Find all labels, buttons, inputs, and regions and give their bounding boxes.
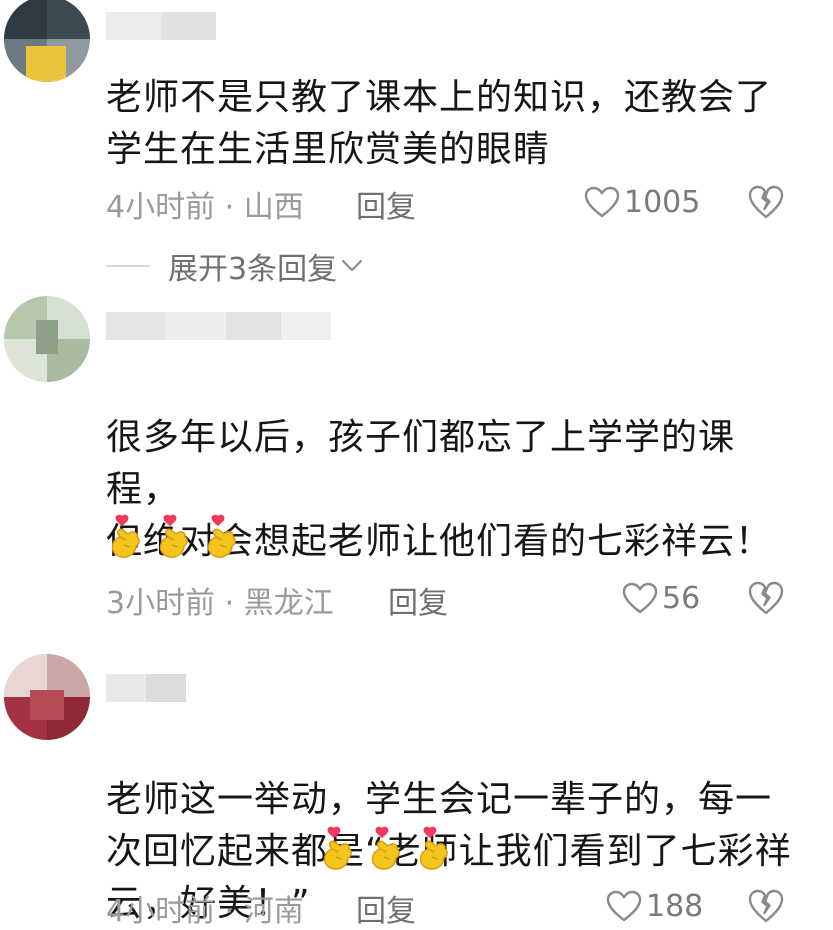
avatar[interactable]: [4, 654, 90, 740]
reply-button[interactable]: 回复: [356, 886, 416, 930]
expand-replies-button[interactable]: 展开3条回复: [106, 246, 363, 287]
finger-heart-emoji: [318, 826, 358, 872]
comment-time-location: 3小时前 · 黑龙江: [106, 586, 334, 621]
comment-item-1: 老师不是只教了课本上的知识，还教会了 学生在生活里欣赏美的眼睛 4小时前 · 山…: [0, 0, 833, 290]
finger-heart-emoji: [414, 826, 454, 872]
comment-item-2: 很多年以后，孩子们都忘了上学学的课 程， 但绝对会想起老师让他们看的七彩祥云！ …: [0, 296, 833, 626]
like-count: 188: [646, 888, 704, 924]
reply-button[interactable]: 回复: [356, 182, 416, 226]
like-button[interactable]: 56: [622, 578, 700, 618]
like-button[interactable]: 1005: [584, 182, 700, 222]
username[interactable]: [106, 312, 336, 342]
comment-meta: 4小时前 · 山西 回复 1005: [106, 182, 806, 225]
comment-meta: 4小时前 · 河南 回复 188: [106, 886, 806, 929]
reply-button[interactable]: 回复: [388, 578, 448, 622]
comment-time-location: 4小时前 · 山西: [106, 190, 304, 225]
username[interactable]: [106, 674, 276, 704]
broken-heart-icon[interactable]: [748, 580, 784, 616]
avatar[interactable]: [4, 296, 90, 382]
comment-item-3: 老师这一举动，学生会记一辈子的，每一 次回忆起来都是“老师让我们看到了七彩祥 云…: [0, 654, 833, 929]
avatar[interactable]: [4, 0, 90, 82]
comment-time-location: 4小时前 · 河南: [106, 894, 304, 929]
comment-text: 老师不是只教了课本上的知识，还教会了 学生在生活里欣赏美的眼睛: [106, 77, 773, 170]
finger-heart-emoji: [202, 514, 242, 560]
finger-heart-emoji: [106, 514, 146, 560]
comment-meta: 3小时前 · 黑龙江 回复 56: [106, 578, 806, 621]
expand-replies-label: 展开3条回复: [168, 252, 338, 287]
emoji-row: [106, 514, 250, 560]
heart-outline-icon: [606, 890, 642, 922]
heart-outline-icon: [584, 186, 620, 218]
finger-heart-emoji: [154, 514, 194, 560]
like-count: 56: [662, 580, 701, 616]
heart-outline-icon: [622, 582, 658, 614]
like-button[interactable]: 188: [606, 886, 703, 926]
like-count: 1005: [624, 184, 701, 220]
broken-heart-icon[interactable]: [748, 184, 784, 220]
finger-heart-emoji: [366, 826, 406, 872]
chevron-down-icon: [341, 259, 363, 272]
broken-heart-icon[interactable]: [748, 888, 784, 924]
divider-line: [106, 265, 150, 267]
emoji-row: [318, 826, 462, 872]
username[interactable]: [106, 12, 276, 42]
